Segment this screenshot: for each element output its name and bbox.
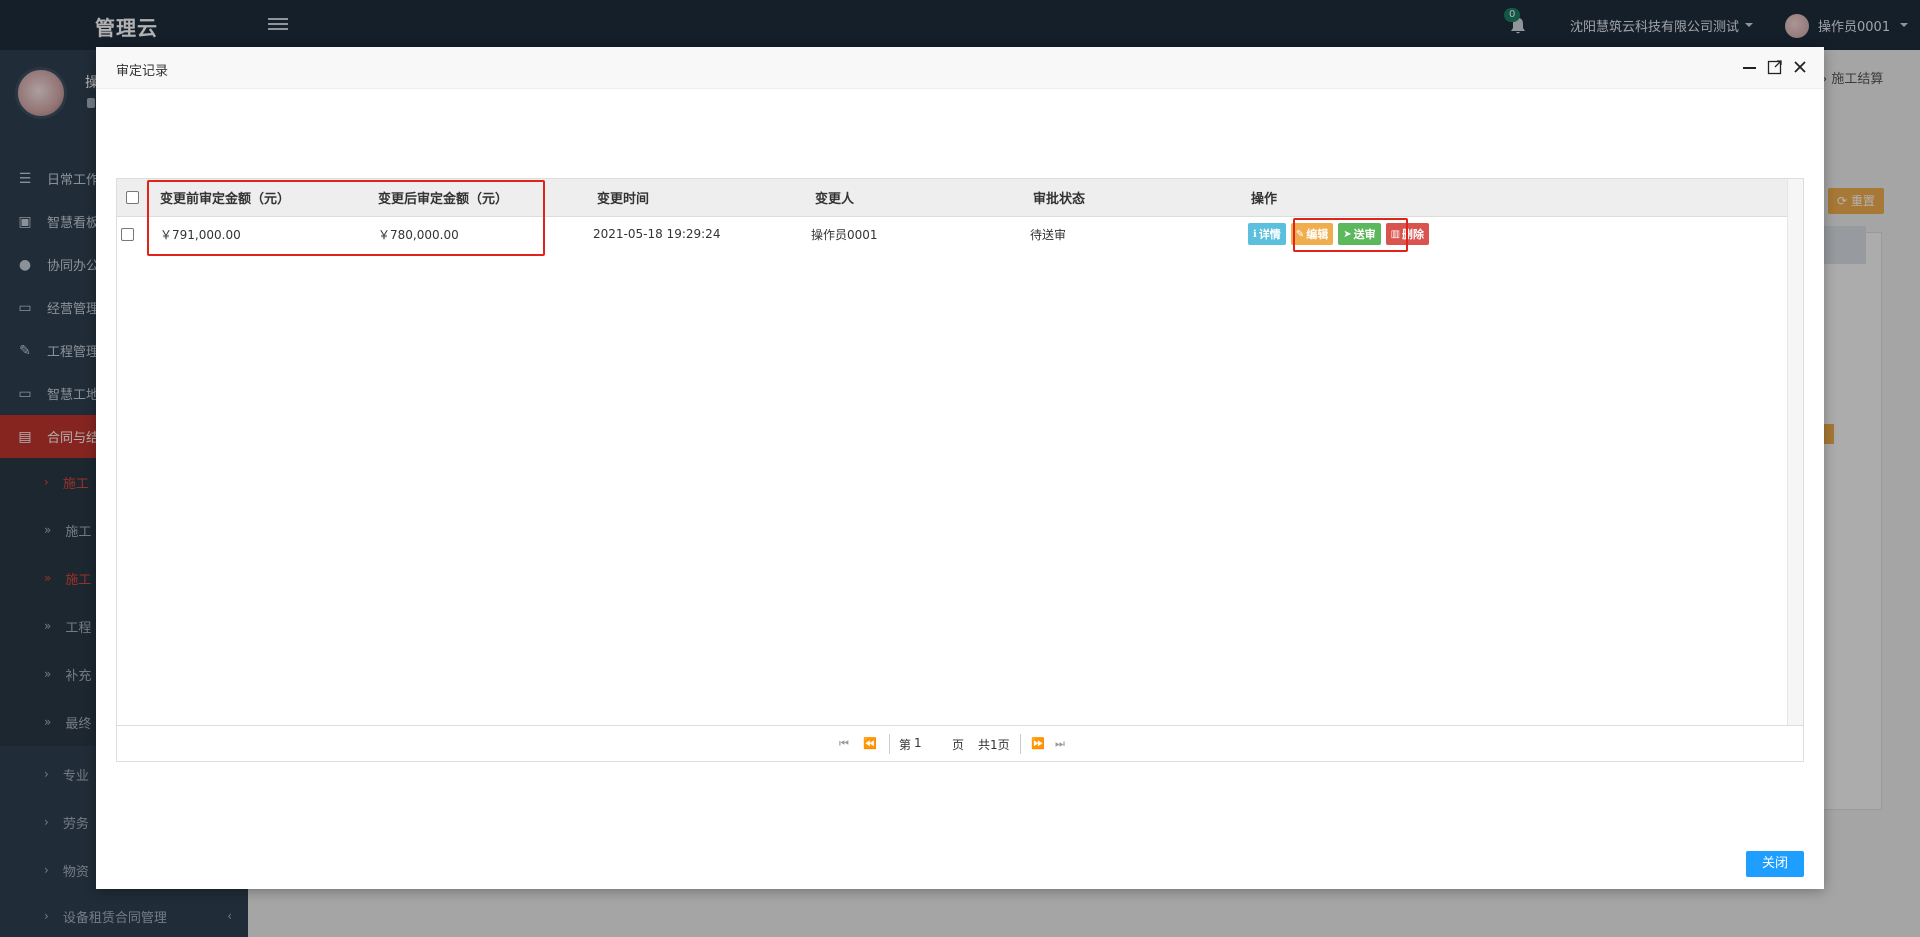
submit-review-button[interactable]: ➤ 送审 [1338,223,1381,245]
column-header[interactable]: 变更人 [815,179,854,216]
page-total: 共1页 [978,738,1010,752]
change-time: 2021-05-18 19:29:24 [593,227,721,241]
vertical-scrollbar[interactable] [1787,179,1803,727]
after-amount: ￥780,000.00 [378,227,459,242]
delete-button[interactable]: ▥ 删除 [1385,223,1430,245]
audit-table: 变更前审定金额（元） 变更后审定金额（元） 变更时间 变更人 审批状态 操作 ￥… [116,178,1804,762]
table-row[interactable]: ￥791,000.00 ￥780,000.00 2021-05-18 19:29… [117,217,1787,251]
first-page-icon[interactable]: ⏮ [839,737,853,751]
minimize-icon[interactable] [1741,58,1759,76]
table-header: 变更前审定金额（元） 变更后审定金额（元） 变更时间 变更人 审批状态 操作 [117,179,1787,217]
edit-button[interactable]: ✎ 编辑 [1290,223,1334,245]
page-suffix: 页 [952,738,965,752]
last-page-icon[interactable]: ⏭ [1055,737,1069,751]
info-icon: ℹ [1253,228,1257,240]
column-header[interactable]: 变更后审定金额（元） [378,179,508,216]
select-all-checkbox[interactable] [126,191,139,204]
close-button[interactable]: 关闭 [1746,851,1804,877]
close-icon[interactable] [1791,58,1809,76]
audit-record-dialog: 审定记录 变更前审定金额（元） 变更后审定金额（元） 变更时间 变更人 审批状态… [96,47,1824,889]
pager: ⏮ ⏪ 第 1 页 共1页 ⏩ ⏭ [117,725,1803,761]
send-icon: ➤ [1343,228,1352,240]
page-prefix: 第 [899,738,912,752]
before-amount: ￥791,000.00 [160,227,241,242]
trash-icon: ▥ [1390,228,1401,240]
column-header[interactable]: 变更时间 [597,179,649,216]
change-person: 操作员0001 [811,227,878,242]
prev-page-icon[interactable]: ⏪ [863,737,877,751]
row-checkbox[interactable] [121,227,134,241]
maximize-icon[interactable] [1766,58,1784,76]
pager-separator [889,734,890,754]
next-page-icon[interactable]: ⏩ [1031,737,1045,751]
edit-icon: ✎ [1295,228,1305,240]
dialog-title: 审定记录 [116,64,169,79]
detail-button[interactable]: ℹ 详情 [1248,223,1286,245]
approval-status: 待送审 [1030,227,1067,242]
column-header[interactable]: 变更前审定金额（元） [160,179,290,216]
page-input[interactable]: 1 [914,736,922,750]
column-header[interactable]: 审批状态 [1033,179,1085,216]
column-header: 操作 [1251,192,1278,207]
pager-separator [1020,734,1021,754]
dialog-header: 审定记录 [96,47,1824,89]
